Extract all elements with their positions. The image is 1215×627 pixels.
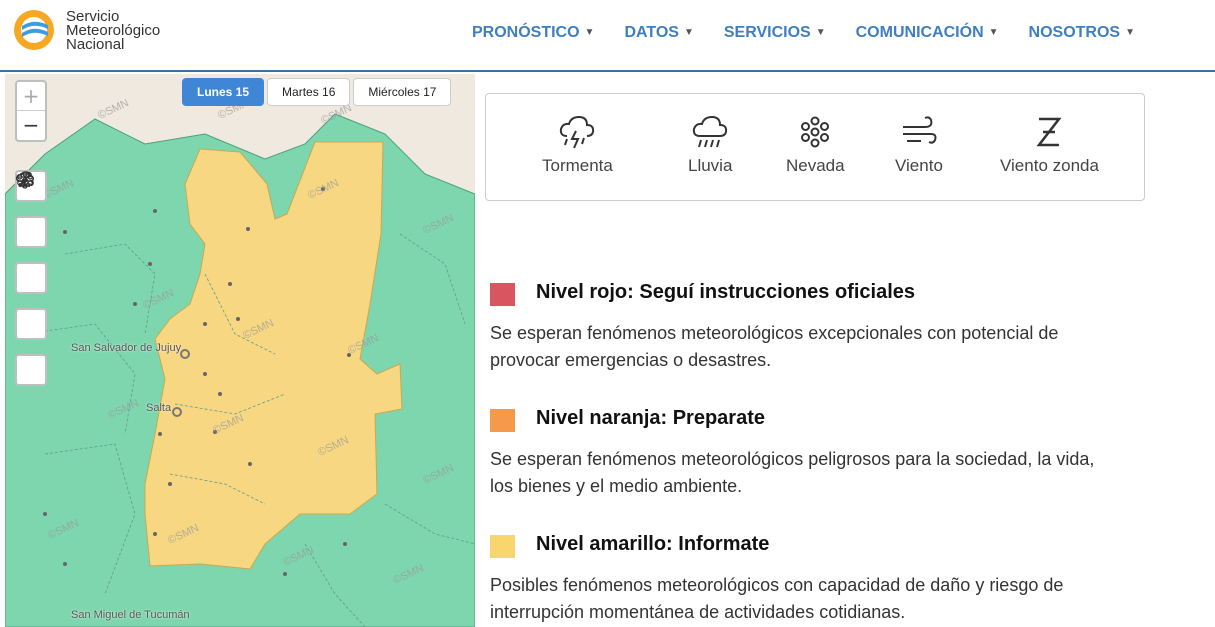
zoom-out-button[interactable]: − bbox=[17, 111, 45, 140]
place-label-tucuman: San Miguel de Tucumán bbox=[71, 609, 190, 621]
storm-icon bbox=[560, 115, 595, 149]
place-label-salta: Salta bbox=[146, 402, 172, 414]
nav-datos[interactable]: DATOS ▼ bbox=[624, 24, 693, 42]
tab-day-2[interactable]: Martes 16 bbox=[267, 78, 351, 106]
level-description: Se esperan fenómenos meteorológicos peli… bbox=[490, 449, 1095, 496]
brand-name[interactable]: Servicio Meteorológico Nacional bbox=[66, 9, 160, 53]
site-header: Servicio Meteorológico Nacional PRONÓSTI… bbox=[0, 0, 1215, 72]
legend-label: Lluvia bbox=[688, 156, 733, 175]
phenomena-legend: Tormenta Lluvia Nevada Viento Viento zon… bbox=[485, 93, 1145, 201]
nav-label: NOSOTROS bbox=[1028, 24, 1121, 41]
nav-label: COMUNICACIÓN bbox=[855, 24, 984, 41]
filter-wind-button[interactable] bbox=[15, 172, 47, 340]
level-title: Nivel rojo: Seguí instrucciones oficiale… bbox=[536, 281, 915, 303]
nav-servicios[interactable]: SERVICIOS ▼ bbox=[724, 24, 826, 42]
snow-icon bbox=[801, 116, 830, 148]
nav-label: SERVICIOS bbox=[723, 24, 811, 41]
nav-nosotros[interactable]: NOSOTROS ▼ bbox=[1029, 24, 1135, 42]
level-title: Nivel amarillo: Informate bbox=[536, 533, 770, 555]
filter-zonda-button[interactable] bbox=[15, 173, 47, 386]
tab-day-3[interactable]: Miércoles 17 bbox=[353, 78, 452, 106]
zonda-icon bbox=[18, 173, 32, 187]
legend-wind[interactable]: Viento bbox=[895, 112, 943, 176]
rain-icon bbox=[693, 115, 728, 148]
nav-comunicacion[interactable]: COMUNICACIÓN ▼ bbox=[856, 24, 999, 42]
chevron-down-icon: ▼ bbox=[683, 27, 694, 39]
day-tabs: Lunes 15 Martes 16 Miércoles 17 bbox=[182, 78, 452, 106]
nav-label: PRONÓSTICO bbox=[471, 24, 580, 41]
chevron-down-icon: ▼ bbox=[1125, 27, 1135, 39]
chevron-down-icon: ▼ bbox=[584, 27, 595, 39]
orange-swatch bbox=[490, 409, 515, 432]
phenomenon-filters bbox=[15, 170, 47, 386]
tab-day-1[interactable]: Lunes 15 bbox=[182, 78, 265, 106]
smn-logo[interactable] bbox=[12, 8, 56, 52]
zoom-control: + − bbox=[15, 80, 47, 142]
nav-pronostico[interactable]: PRONÓSTICO ▼ bbox=[472, 24, 594, 42]
yellow-swatch bbox=[490, 535, 515, 558]
legend-storm[interactable]: Tormenta bbox=[542, 112, 613, 176]
alert-map[interactable]: ©SMN ©SMN ©SMN ©SMN ©SMN ©SMN ©SMN ©SMN … bbox=[5, 74, 475, 627]
legend-snow[interactable]: Nevada bbox=[786, 112, 845, 176]
legend-rain[interactable]: Lluvia bbox=[688, 112, 732, 176]
nav-label: DATOS bbox=[624, 24, 679, 41]
wind-icon bbox=[902, 116, 937, 144]
chevron-down-icon: ▼ bbox=[988, 27, 999, 39]
legend-label: Nevada bbox=[786, 156, 845, 175]
level-title: Nivel naranja: Preparate bbox=[536, 407, 765, 429]
zonda-icon bbox=[1036, 117, 1063, 147]
filter-rain-button[interactable] bbox=[15, 171, 47, 248]
main-nav: PRONÓSTICO ▼ DATOS ▼ SERVICIOS ▼ COMUNICACI… bbox=[472, 24, 1135, 42]
legend-label: Viento bbox=[895, 156, 943, 175]
place-label-jujuy: San Salvador de Jujuy bbox=[71, 342, 182, 354]
legend-label: Viento zonda bbox=[1000, 156, 1099, 175]
level-description: Se esperan fenómenos meteorológicos exce… bbox=[490, 323, 1059, 370]
level-description: Posibles fenómenos meteorológicos con ca… bbox=[490, 575, 1064, 622]
zoom-in-button[interactable]: + bbox=[17, 82, 45, 111]
legend-zonda[interactable]: Viento zonda bbox=[1000, 112, 1099, 176]
filter-snow-button[interactable] bbox=[15, 171, 47, 294]
red-swatch bbox=[490, 283, 515, 306]
chevron-down-icon: ▼ bbox=[815, 27, 826, 39]
brand-line-3: Nacional bbox=[66, 36, 125, 53]
legend-label: Tormenta bbox=[542, 156, 613, 175]
